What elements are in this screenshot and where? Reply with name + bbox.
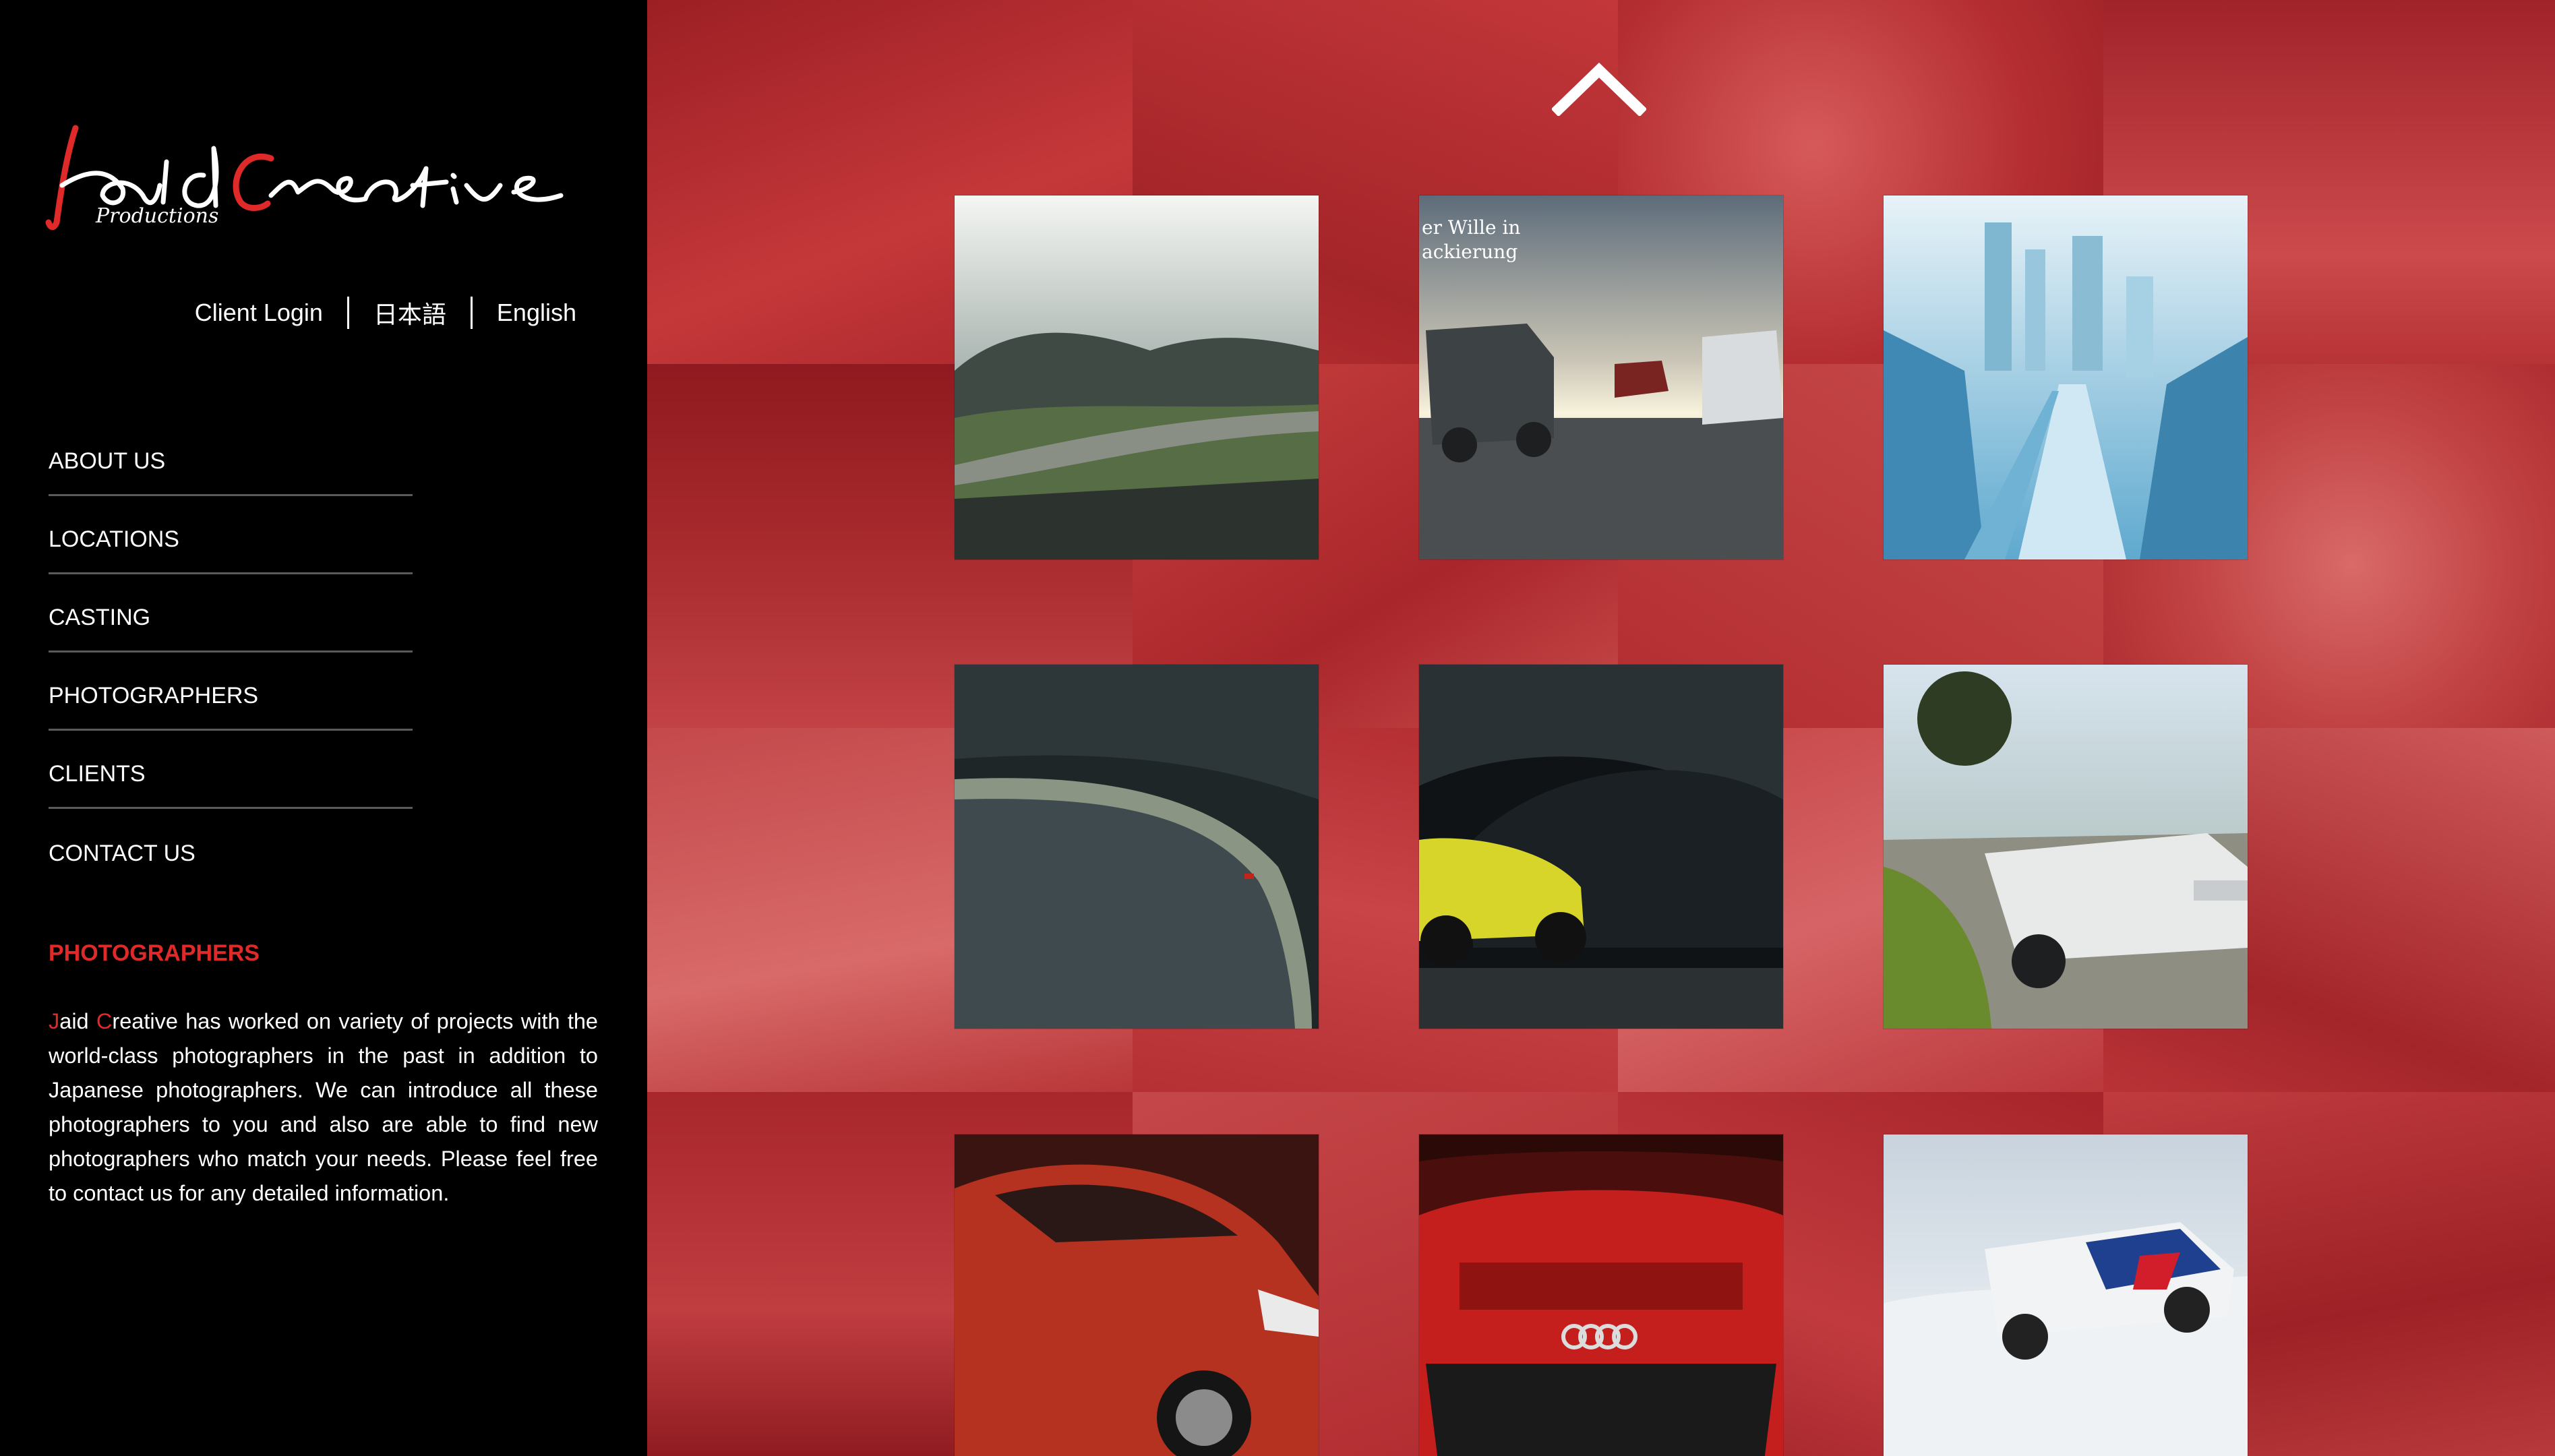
brand-logo-graphic: Productions	[45, 125, 564, 231]
chevron-up-icon	[1551, 62, 1648, 117]
city-render-photo	[1884, 195, 2248, 559]
nav-item-about-us[interactable]: ABOUT US	[49, 418, 413, 496]
gallery-thumbnail-mercedes-vans[interactable]: er Wille in ackierung	[1419, 195, 1783, 559]
nav-item-clients[interactable]: CLIENTS	[49, 731, 413, 809]
nav-item-photographers[interactable]: PHOTOGRAPHERS	[49, 653, 413, 731]
gallery-thumbnail-audi-etron-front[interactable]	[1419, 1134, 1783, 1456]
section-description: Jaid Creative has worked on variety of p…	[49, 1004, 598, 1211]
description-initial: C	[96, 1009, 113, 1033]
dam-photo	[955, 665, 1319, 1029]
language-bar: Client Login 日本語 English	[195, 295, 576, 330]
gallery-thumbnail-mountain-road[interactable]	[955, 195, 1319, 559]
rally-photo	[1884, 1134, 2248, 1456]
nav-item-locations[interactable]: LOCATIONS	[49, 496, 413, 574]
gallery-thumbnail-rally-car[interactable]	[1884, 1134, 2248, 1456]
hatchback-photo	[955, 1134, 1319, 1456]
gallery-thumbnail-white-convertible[interactable]	[1884, 665, 2248, 1029]
sidebar: Productions Client Login 日本語 English ABO…	[0, 0, 647, 1456]
client-login-link[interactable]: Client Login	[195, 299, 323, 327]
english-language-link[interactable]: English	[497, 299, 576, 327]
language-divider	[470, 297, 473, 329]
brand-logo-subtitle: Productions	[95, 204, 218, 228]
nav-item-casting[interactable]: CASTING	[49, 574, 413, 653]
gallery-thumbnail-dam-road[interactable]	[955, 665, 1319, 1029]
japanese-language-link[interactable]: 日本語	[373, 295, 446, 330]
nav-item-contact-us[interactable]: CONTACT US	[49, 809, 413, 887]
section-title: PHOTOGRAPHERS	[49, 940, 260, 966]
landscape-photo	[955, 195, 1319, 559]
gallery-thumbnail-red-hatchback[interactable]	[955, 1134, 1319, 1456]
ad-headline: er Wille in ackierung	[1422, 216, 1520, 264]
gallery-area: er Wille in ackierung	[647, 0, 2555, 1456]
description-text: reative has worked on variety of project…	[49, 1009, 598, 1205]
ad-headline-line: ackierung	[1422, 241, 1518, 263]
ad-headline-line: er Wille in	[1422, 216, 1521, 239]
scroll-up-button[interactable]	[1551, 62, 1648, 117]
main-nav: ABOUT US LOCATIONS CASTING PHOTOGRAPHERS…	[49, 418, 413, 887]
beetle-photo	[1419, 665, 1783, 1029]
gallery-thumbnail-yellow-beetle[interactable]	[1419, 665, 1783, 1029]
description-initial: J	[49, 1009, 60, 1033]
language-divider	[347, 297, 349, 329]
description-text: aid	[59, 1009, 96, 1033]
brand-logo[interactable]: Productions	[45, 121, 581, 236]
audi-front-photo	[1419, 1134, 1783, 1456]
gallery-thumbnail-blue-city[interactable]	[1884, 195, 2248, 559]
convertible-photo	[1884, 665, 2248, 1029]
